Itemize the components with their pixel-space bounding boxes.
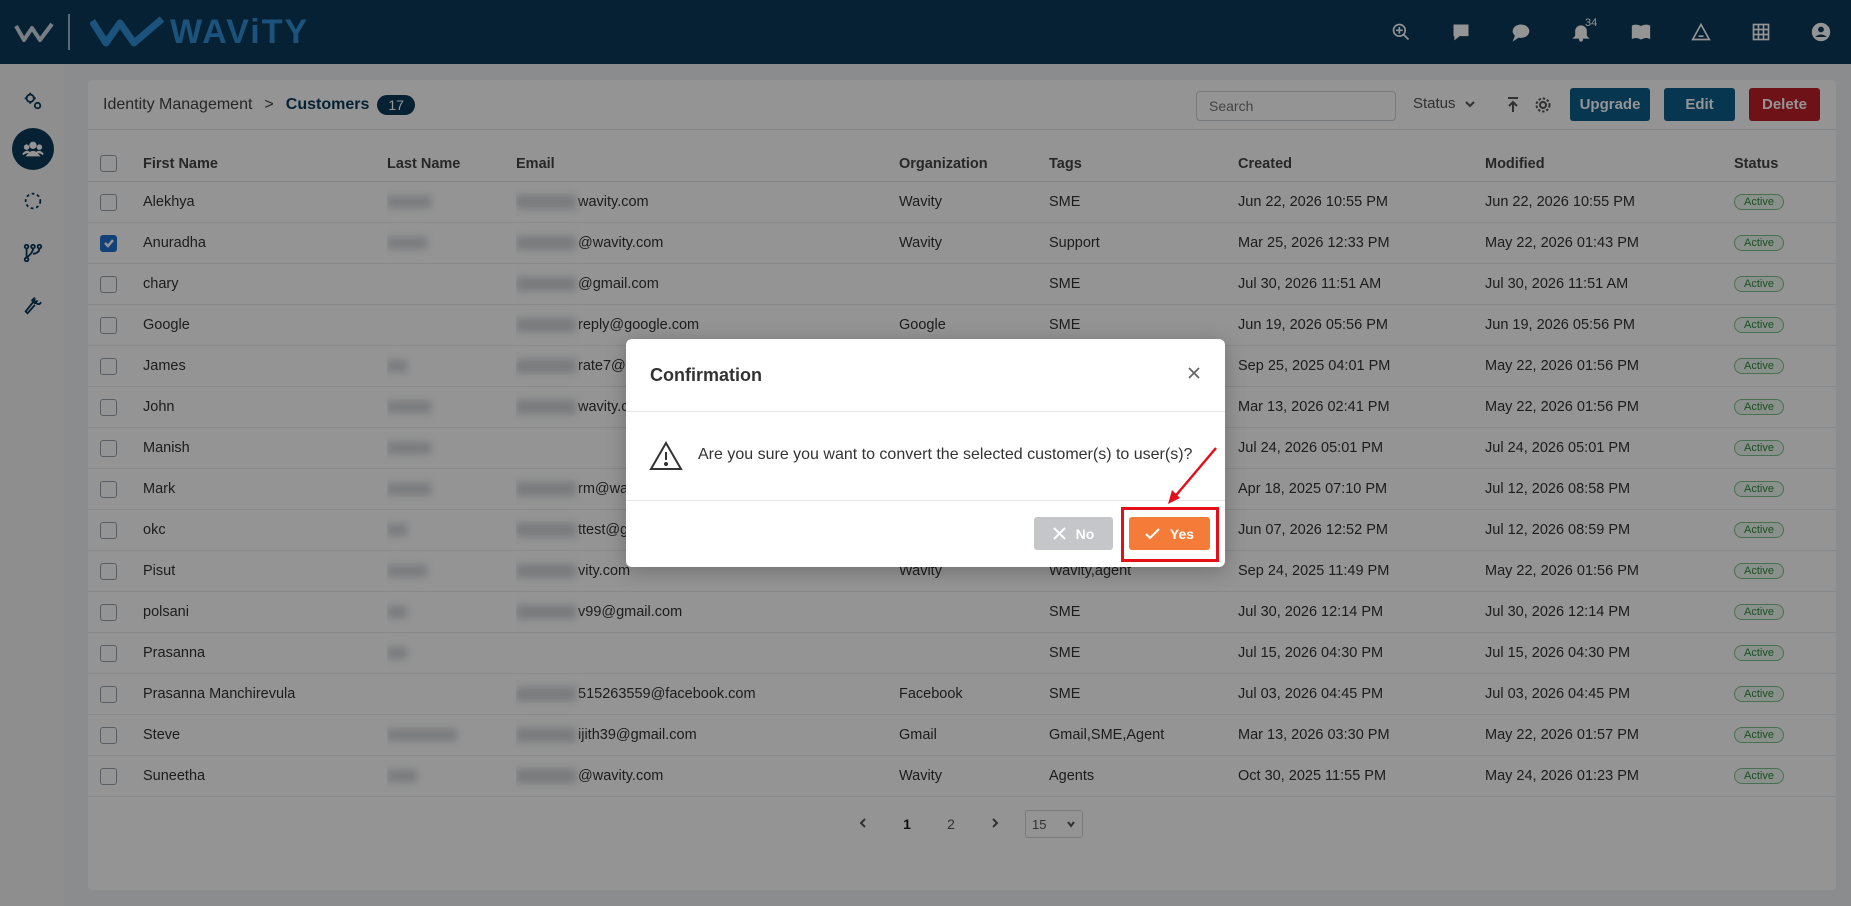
annotation-arrow	[1160, 444, 1220, 506]
no-button-label: No	[1075, 525, 1095, 542]
dialog-body: Are you sure you want to convert the sel…	[626, 412, 1225, 501]
no-button[interactable]: No	[1034, 517, 1113, 550]
dialog-message: Are you sure you want to convert the sel…	[698, 446, 1193, 463]
close-icon[interactable]	[1182, 361, 1206, 385]
close-icon	[1052, 527, 1066, 540]
annotation-highlight-box	[1121, 507, 1219, 562]
dialog-header: Confirmation	[626, 339, 1225, 412]
dialog-title: Confirmation	[650, 365, 762, 385]
warning-icon	[649, 440, 683, 471]
